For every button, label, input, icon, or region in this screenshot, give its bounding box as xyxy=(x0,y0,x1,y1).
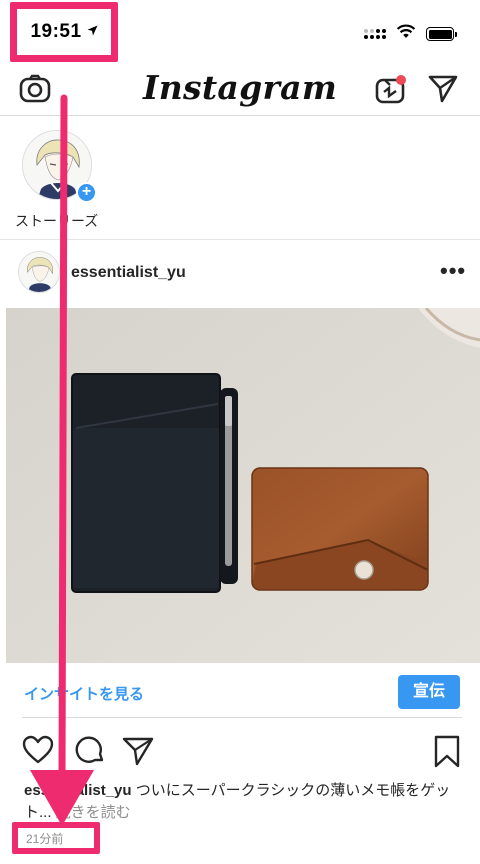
post-photo[interactable] xyxy=(6,308,480,663)
post-actions xyxy=(0,728,480,776)
direct-message-icon[interactable] xyxy=(428,74,458,109)
wifi-icon xyxy=(396,24,416,44)
promote-button[interactable]: 宣伝 xyxy=(398,675,460,709)
stories-tray: + ストーリーズ xyxy=(0,116,480,240)
status-indicators xyxy=(364,24,457,44)
igtv-icon[interactable] xyxy=(374,71,410,112)
post-time-ago: 21分前 xyxy=(26,831,64,846)
comment-icon[interactable] xyxy=(74,734,106,771)
battery-icon xyxy=(426,27,457,41)
read-more-link[interactable]: 続きを読む xyxy=(56,804,131,821)
status-time: 19:51 xyxy=(30,21,82,42)
cellular-signal-icon xyxy=(364,29,386,39)
post-caption: essentialist_yu ついにスーパークラシックの薄いメモ帳をゲット..… xyxy=(24,780,464,824)
time-ago-highlight-box: 21分前 xyxy=(12,822,100,854)
insights-row: インサイトを見る 宣伝 xyxy=(22,672,462,718)
your-story-label: ストーリーズ xyxy=(15,213,99,229)
post-username[interactable]: essentialist_yu xyxy=(71,264,186,282)
view-insights-link[interactable]: インサイトを見る xyxy=(24,683,144,704)
time-highlight-box: 19:51 xyxy=(10,2,118,62)
heart-icon[interactable] xyxy=(22,734,54,771)
top-nav-bar: Instagram xyxy=(0,66,480,116)
post-header: essentialist_yu ••• xyxy=(0,240,480,308)
bookmark-icon[interactable] xyxy=(434,735,460,774)
caption-username[interactable]: essentialist_yu xyxy=(24,782,132,799)
more-options-icon[interactable]: ••• xyxy=(440,258,466,284)
location-arrow-icon xyxy=(87,23,98,41)
share-icon[interactable] xyxy=(122,736,154,771)
post-author-avatar[interactable] xyxy=(18,251,60,293)
status-bar: 19:51 xyxy=(0,0,480,66)
add-story-icon[interactable]: + xyxy=(76,182,97,203)
